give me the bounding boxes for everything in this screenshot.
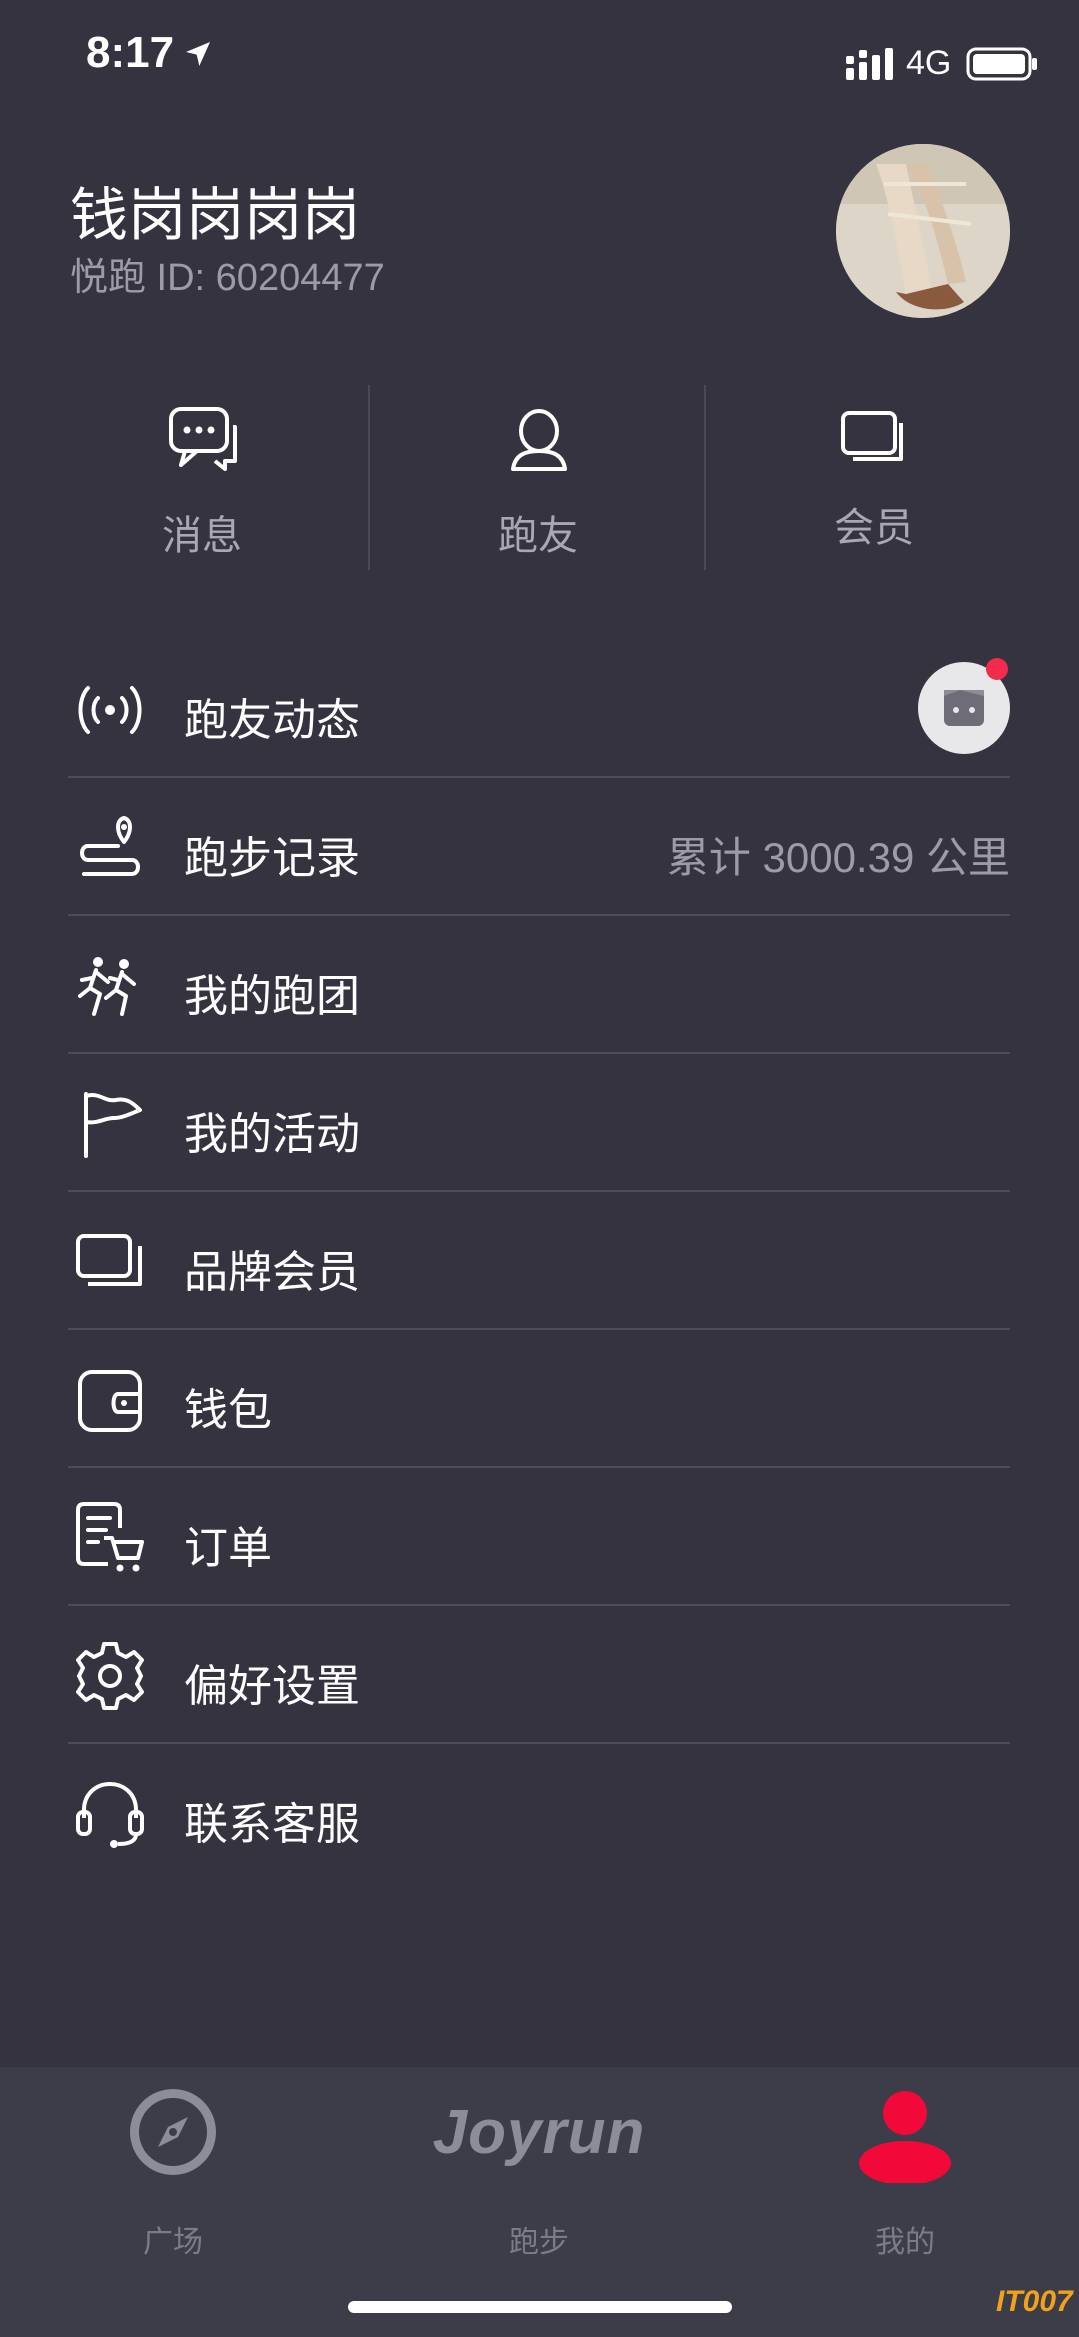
- order-cart-icon: [76, 1502, 144, 1572]
- quick-actions: 消息 跑友 会员: [0, 385, 1079, 570]
- gear-icon: [76, 1642, 144, 1710]
- route-pin-icon: [80, 816, 140, 876]
- menu-item-label: 跑步记录: [184, 833, 360, 884]
- home-indicator[interactable]: [348, 2301, 732, 2313]
- cards-icon: [841, 411, 903, 461]
- signal-icon: [846, 48, 893, 80]
- menu-item-my-activities[interactable]: 我的活动: [68, 1054, 1010, 1192]
- avatar[interactable]: [836, 144, 1010, 318]
- quick-action-label: 跑友: [498, 513, 578, 559]
- menu-item-brand-membership[interactable]: 品牌会员: [68, 1192, 1010, 1330]
- chat-bubble-icon: [169, 407, 237, 471]
- menu-item-label: 钱包: [184, 1385, 272, 1436]
- tab-mine[interactable]: 我的: [725, 2067, 1079, 2267]
- profile-name[interactable]: 钱岗岗岗岗: [70, 168, 360, 252]
- status-time: 8:17: [86, 28, 175, 77]
- compass-icon: [130, 2089, 216, 2175]
- menu-item-label: 我的活动: [184, 1109, 360, 1160]
- battery-icon: [966, 47, 1037, 81]
- menu-item-label: 偏好设置: [184, 1661, 360, 1712]
- menu-item-label: 我的跑团: [184, 971, 360, 1022]
- profile-id: 悦跑 ID: 60204477: [70, 257, 385, 299]
- menu-item-orders[interactable]: 订单: [68, 1468, 1010, 1606]
- headset-icon: [76, 1781, 144, 1848]
- quick-action-membership[interactable]: 会员: [706, 385, 1042, 570]
- network-type: 4G: [906, 44, 952, 82]
- quick-action-label: 消息: [162, 513, 242, 559]
- avatar-image: [836, 144, 1010, 318]
- watermark-logo: IT007: [996, 2285, 1073, 2318]
- flag-icon: [84, 1092, 142, 1158]
- notification-dot: [986, 658, 1008, 680]
- quick-action-label: 会员: [834, 505, 914, 551]
- status-bar: 8:17 4G: [0, 0, 1079, 120]
- tab-run[interactable]: Joyrun 跑步: [359, 2067, 719, 2267]
- tab-plaza[interactable]: 广场: [0, 2067, 353, 2267]
- joyrun-logo: Joyrun: [432, 2098, 646, 2167]
- menu-item-label: 跑友动态: [184, 695, 360, 746]
- quick-action-messages[interactable]: 消息: [34, 385, 370, 570]
- menu-item-run-records[interactable]: 跑步记录 累计 3000.39 公里: [68, 778, 1010, 916]
- menu-item-label: 联系客服: [184, 1799, 360, 1850]
- cards-icon: [76, 1234, 142, 1286]
- broadcast-icon: [78, 686, 142, 734]
- menu-list: 跑友动态 跑步记录 累计 3000.39 公里 我的跑团 我的活动 品牌会员 钱…: [68, 640, 1010, 1882]
- location-arrow-icon: [186, 42, 210, 66]
- menu-item-wallet[interactable]: 钱包: [68, 1330, 1010, 1468]
- menu-item-friends-feed[interactable]: 跑友动态: [68, 640, 1010, 778]
- user-icon: [859, 2091, 951, 2183]
- menu-item-label: 订单: [184, 1523, 272, 1574]
- tab-label: 跑步: [509, 2225, 569, 2260]
- wallet-icon: [78, 1370, 142, 1432]
- menu-item-customer-service[interactable]: 联系客服: [68, 1744, 1010, 1882]
- tab-label: 广场: [143, 2225, 203, 2260]
- runners-icon: [78, 957, 136, 1016]
- menu-item-my-run-club[interactable]: 我的跑团: [68, 916, 1010, 1054]
- tab-bar: 广场 Joyrun 跑步 我的: [0, 2067, 1079, 2337]
- total-distance: 累计 3000.39 公里: [666, 834, 1010, 881]
- tab-label: 我的: [875, 2225, 935, 2260]
- quick-action-friends[interactable]: 跑友: [370, 385, 706, 570]
- person-icon: [511, 409, 567, 471]
- menu-item-preferences[interactable]: 偏好设置: [68, 1606, 1010, 1744]
- menu-item-label: 品牌会员: [184, 1247, 360, 1298]
